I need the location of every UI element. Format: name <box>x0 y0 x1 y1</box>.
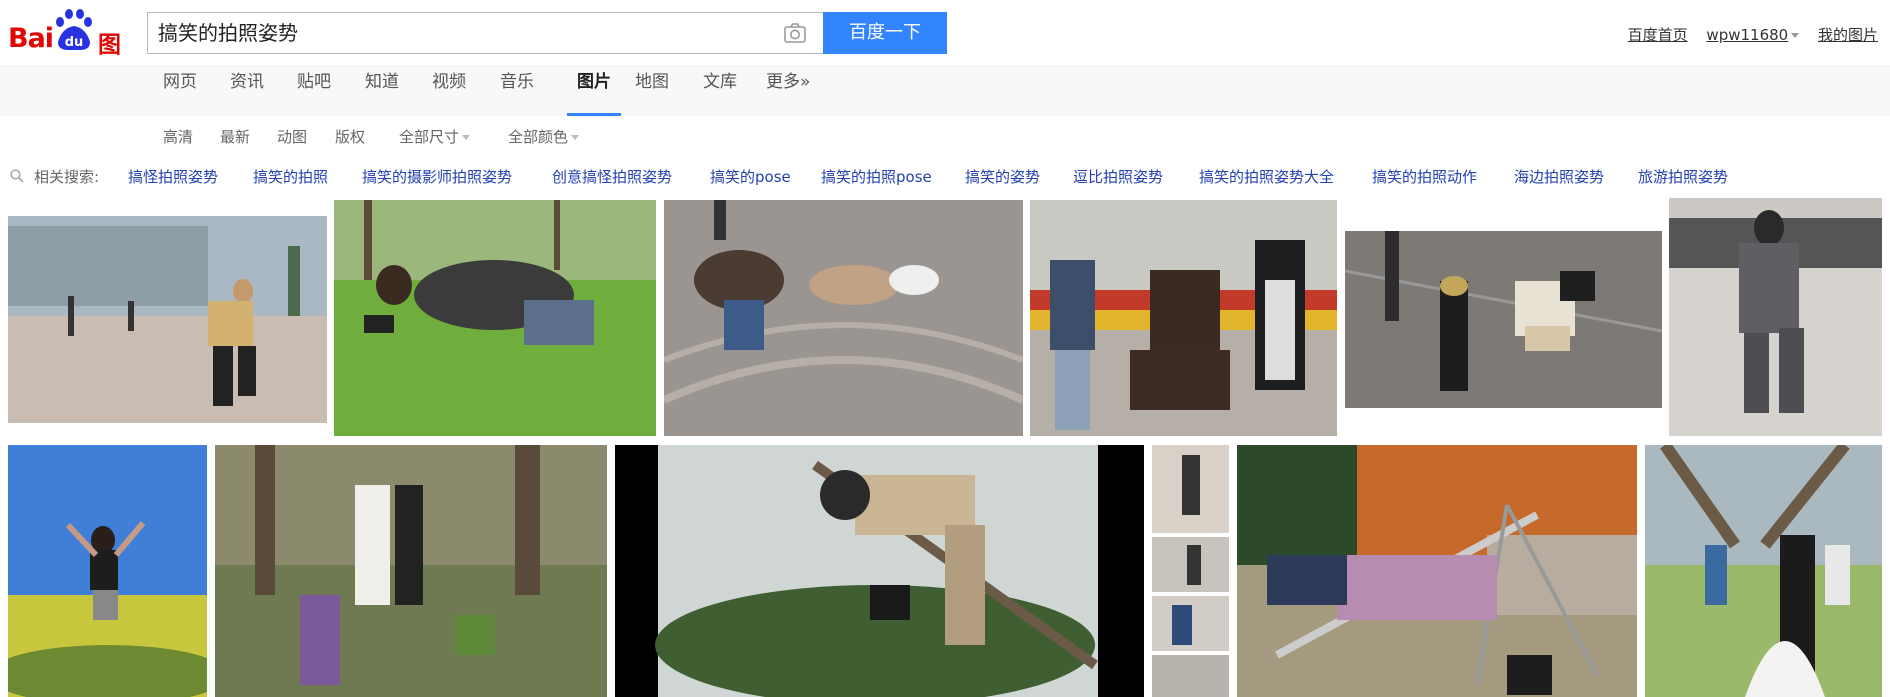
woman-jumping-field-image <box>8 445 207 697</box>
result-image[interactable] <box>8 445 207 697</box>
tab-map[interactable]: 地图 <box>635 67 669 116</box>
baidu-images-logo[interactable]: Bai du 图片 <box>8 8 136 92</box>
tab-video[interactable]: 视频 <box>432 67 466 116</box>
filter-hd[interactable]: 高清 <box>163 126 193 147</box>
handstand-wedding-forest-image <box>215 445 607 697</box>
man-bending-crowd-image <box>1669 198 1882 436</box>
photographers-lying-pavement-image <box>664 200 1023 436</box>
related-link[interactable]: 旅游拍照姿势 <box>1638 166 1728 187</box>
result-image[interactable] <box>8 216 327 423</box>
search-icon <box>10 169 24 183</box>
tab-zhidao[interactable]: 知道 <box>365 67 399 116</box>
related-link[interactable]: 搞笑的拍照pose <box>821 166 932 187</box>
user-name: wpw11680 <box>1706 26 1789 44</box>
related-link[interactable]: 搞怪拍照姿势 <box>128 166 218 187</box>
related-label: 相关搜索: <box>34 168 100 186</box>
related-link[interactable]: 搞笑的拍照 <box>253 166 328 187</box>
result-image[interactable] <box>1152 445 1229 697</box>
filter-animated[interactable]: 动图 <box>277 126 307 147</box>
related-link[interactable]: 创意搞怪拍照姿势 <box>552 166 672 187</box>
search-button[interactable]: 百度一下 <box>823 12 947 54</box>
result-image[interactable] <box>1645 445 1882 697</box>
chevron-down-icon <box>1791 33 1800 38</box>
chevron-down-icon <box>571 135 580 140</box>
related-link[interactable]: 搞笑的姿势 <box>965 166 1040 187</box>
filter-color-dropdown[interactable]: 全部颜色 <box>508 126 580 147</box>
result-image[interactable] <box>334 200 656 436</box>
photographer-tripod-autumn-image <box>1237 445 1637 697</box>
photographer-on-tree-branch-image <box>615 445 1144 697</box>
paw-logo-icon: du <box>56 9 92 50</box>
photographer-kneeling-pavement-image <box>1345 231 1662 408</box>
result-image[interactable] <box>1345 231 1662 408</box>
user-menu[interactable]: wpw11680 <box>1706 26 1800 44</box>
result-image[interactable] <box>1669 198 1882 436</box>
header: Bai du 图片 百度一下 百度首页 wpw11680 我的图片 <box>0 0 1890 92</box>
tab-web[interactable]: 网页 <box>163 67 197 116</box>
related-link[interactable]: 搞笑的摄影师拍照姿势 <box>362 166 512 187</box>
result-image[interactable] <box>615 445 1144 697</box>
photographer-crouching-plaza-image <box>8 216 327 423</box>
chevron-down-icon <box>462 135 471 140</box>
camera-icon[interactable] <box>783 22 807 44</box>
photo-collage-image <box>1152 445 1229 697</box>
tab-music[interactable]: 音乐 <box>500 67 534 116</box>
search-box <box>147 12 823 54</box>
tab-images[interactable]: 图片 <box>567 67 621 116</box>
my-images-link[interactable]: 我的图片 <box>1818 26 1878 44</box>
top-links: 百度首页 wpw11680 我的图片 <box>1614 24 1878 45</box>
related-searches: 相关搜索: 搞怪拍照姿势 搞笑的拍照 搞笑的摄影师拍照姿势 创意搞怪拍照姿势 搞… <box>0 158 1890 194</box>
result-image[interactable] <box>1030 200 1337 436</box>
filter-latest[interactable]: 最新 <box>220 126 250 147</box>
tab-wenku[interactable]: 文库 <box>703 67 737 116</box>
man-kneeling-grass-image <box>334 200 656 436</box>
filter-size-dropdown[interactable]: 全部尺寸 <box>399 126 471 147</box>
tab-more[interactable]: 更多» <box>766 67 810 116</box>
filter-size-label: 全部尺寸 <box>399 128 460 146</box>
result-image[interactable] <box>1237 445 1637 697</box>
photographer-squat-tiananmen-image <box>1030 200 1337 436</box>
result-image[interactable] <box>215 445 607 697</box>
result-image[interactable] <box>664 200 1023 436</box>
related-link[interactable]: 搞笑的pose <box>710 166 791 187</box>
related-link[interactable]: 搞笑的拍照姿势大全 <box>1199 166 1334 187</box>
related-link[interactable]: 海边拍照姿势 <box>1514 166 1604 187</box>
home-link[interactable]: 百度首页 <box>1628 26 1688 44</box>
related-link[interactable]: 逗比拍照姿势 <box>1073 166 1163 187</box>
filter-copyright[interactable]: 版权 <box>335 126 365 147</box>
logo-du-text: du <box>65 35 84 50</box>
filter-color-label: 全部颜色 <box>508 128 569 146</box>
tab-tieba[interactable]: 贴吧 <box>297 67 331 116</box>
search-input[interactable] <box>158 13 758 53</box>
filter-bar: 高清 最新 动图 版权 全部尺寸 全部颜色 <box>0 116 1890 156</box>
people-climbing-tree-wedding-image <box>1645 445 1882 697</box>
vertical-nav: 网页 资讯 贴吧 知道 视频 音乐 图片 地图 文库 更多» <box>0 66 1890 116</box>
logo-bai-text: Bai <box>8 23 54 54</box>
related-link[interactable]: 搞笑的拍照动作 <box>1372 166 1477 187</box>
tab-news[interactable]: 资讯 <box>230 67 264 116</box>
